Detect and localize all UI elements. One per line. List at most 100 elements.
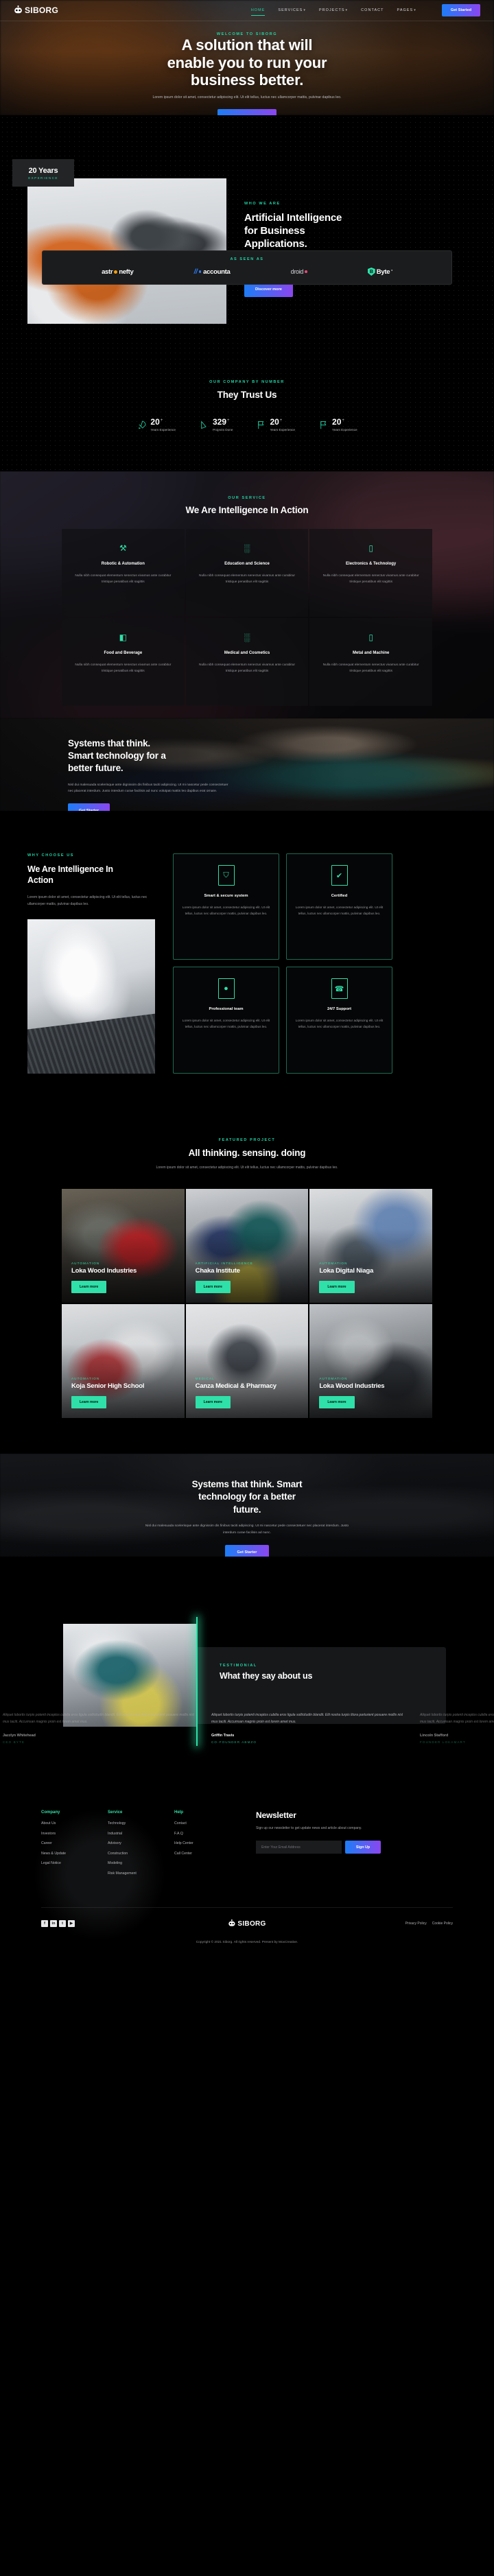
youtube-icon[interactable]: ▶ bbox=[68, 1920, 75, 1928]
service-card[interactable]: ◧ Food and Beverage Nulla nibh consequat… bbox=[62, 618, 185, 706]
service-desc: Nulla nibh consequat elementum senectus … bbox=[75, 574, 172, 584]
footer-link[interactable]: Modeling bbox=[108, 1861, 174, 1865]
cta1-content: Systems that think. Smart technology for… bbox=[0, 718, 494, 811]
newsletter-heading: Newsletter bbox=[256, 1810, 296, 1821]
badge-label: EXPERIENCE bbox=[28, 176, 58, 180]
service-card[interactable]: ░ Medical and Cosmetics Nulla nibh conse… bbox=[185, 618, 309, 706]
footer-link[interactable]: About Us bbox=[41, 1821, 108, 1825]
service-card[interactable]: ░ Education and Science Nulla nibh conse… bbox=[185, 529, 309, 617]
hero-title-line-2: enable you to run your bbox=[167, 54, 327, 71]
project-category: AUTOMATION bbox=[71, 1376, 100, 1380]
stat-item: 20+ Years Experience bbox=[137, 418, 176, 432]
cta1-title: Systems that think. Smart technology for… bbox=[68, 737, 494, 775]
cta1-button[interactable]: Get Starter bbox=[68, 803, 110, 811]
testimonial-item: Aliquet lobortis turpis potenti inceptos… bbox=[420, 1712, 494, 1744]
footer-link[interactable]: News & Update bbox=[41, 1852, 108, 1856]
nav-item-pages[interactable]: PAGES▾ bbox=[397, 8, 416, 12]
footer-link[interactable]: Risk Management bbox=[108, 1871, 174, 1876]
footer-link[interactable]: Construction bbox=[108, 1852, 174, 1856]
footer-logo-text: SIBORG bbox=[237, 1919, 266, 1928]
footer-column-heading: Company bbox=[41, 1810, 60, 1815]
cta2-button[interactable]: Get Starter bbox=[224, 1544, 270, 1557]
nav-label: SERVICES bbox=[278, 8, 303, 12]
testimonial-role: CEO BYTE bbox=[3, 1740, 25, 1745]
hero-get-started-button[interactable]: Get Started ↗ bbox=[217, 109, 277, 115]
nav-get-started-button[interactable]: Get Started bbox=[441, 4, 480, 16]
orange-dot-icon bbox=[114, 270, 118, 274]
footer-link-list: About Us Investors Career News & Update … bbox=[41, 1821, 108, 1865]
footer-link[interactable]: Advisory bbox=[108, 1841, 174, 1845]
stat-text: 20+ Years Experience bbox=[150, 418, 176, 432]
cta2-content: Systems that think. Smart technology for… bbox=[0, 1454, 494, 1557]
service-card[interactable]: ▯ Electronics & Technology Nulla nibh co… bbox=[309, 529, 432, 617]
nav-item-contact[interactable]: CONTACT bbox=[361, 8, 384, 12]
why-left-column: WHY CHOOSE US We Are Intelligence In Act… bbox=[27, 853, 155, 1074]
footer-link[interactable]: Technology bbox=[108, 1821, 174, 1825]
brand-logos-row: astr nefty // accounta droid B Byte ° bbox=[43, 268, 451, 276]
footer-link[interactable]: Investors bbox=[41, 1832, 108, 1836]
nav-item-projects[interactable]: PROJECTS▾ bbox=[319, 8, 348, 12]
project-learn-more-button[interactable]: Learn more bbox=[71, 1281, 107, 1294]
service-card[interactable]: ⚒ Robotic & Automation Nulla nibh conseq… bbox=[62, 529, 185, 617]
shield-check-icon: ⛉ bbox=[217, 865, 235, 886]
newsletter-signup-button[interactable]: Sign Up bbox=[345, 1841, 381, 1854]
feature-card[interactable]: ✔ Certified Lorem ipsum dolor sit amet, … bbox=[286, 853, 392, 960]
footer-link[interactable]: Legal Notice bbox=[41, 1861, 108, 1865]
project-name: Koja Senior High School bbox=[71, 1382, 145, 1390]
project-card[interactable]: AUTOMATION Loka Digital Niaga Learn more bbox=[309, 1189, 432, 1303]
site-footer: Company About Us Investors Career News &… bbox=[0, 1762, 494, 1957]
project-card[interactable]: MEDICAL Canza Medical & Pharmacy Learn m… bbox=[185, 1304, 309, 1419]
nav-item-home[interactable]: HOME bbox=[250, 8, 266, 16]
testimonial-item: Aliquet lobortis turpis potenti inceptos… bbox=[3, 1712, 199, 1744]
project-learn-more-button[interactable]: Learn more bbox=[195, 1281, 231, 1294]
project-card[interactable]: AUTOMATION Loka Wood Industries Learn mo… bbox=[309, 1304, 432, 1419]
project-card[interactable]: AUTOMATION Loka Wood Industries Learn mo… bbox=[62, 1189, 185, 1303]
cta-band-1: Systems that think. Smart technology for… bbox=[0, 718, 494, 811]
brand-logo-byte: B Byte ° bbox=[367, 268, 392, 276]
twitter-icon[interactable]: t bbox=[59, 1920, 66, 1928]
cta2-title-line-3: future. bbox=[233, 1504, 261, 1515]
project-text: AUTOMATION Koja Senior High School Learn… bbox=[71, 1376, 178, 1409]
facebook-icon[interactable]: f bbox=[41, 1920, 48, 1928]
project-learn-more-button[interactable]: Learn more bbox=[71, 1396, 107, 1409]
project-learn-more-button[interactable]: Learn more bbox=[319, 1396, 355, 1409]
nav-label: CONTACT bbox=[361, 8, 384, 12]
privacy-policy-link[interactable]: Privacy Policy bbox=[405, 1922, 427, 1926]
footer-link[interactable]: Career bbox=[41, 1841, 108, 1845]
footer-link[interactable]: F.A.Q bbox=[174, 1832, 241, 1836]
hero-section: SIBORG HOME SERVICES▾ PROJECTS▾ CONTACT … bbox=[0, 0, 494, 115]
logo-text: SIBORG bbox=[25, 5, 59, 15]
footer-column-company: Company About Us Investors Career News &… bbox=[41, 1810, 108, 1881]
rocket-icon bbox=[139, 420, 146, 429]
project-learn-more-button[interactable]: Learn more bbox=[195, 1396, 231, 1409]
footer-link[interactable]: Contact bbox=[174, 1821, 241, 1825]
cookie-policy-link[interactable]: Cookie Policy bbox=[432, 1922, 453, 1926]
why-title-line-2: Action bbox=[27, 875, 54, 886]
testimonial-role: CO-FOUNDER ABMZO bbox=[211, 1740, 257, 1745]
cta2-body: Nisl dui malesuada scelerisque ante dign… bbox=[145, 1524, 349, 1535]
why-body: Lorem ipsum dolor sit amet, consectetur … bbox=[27, 895, 148, 906]
testimonials-section: TESTIMONIAL What they say about us Aliqu… bbox=[0, 1557, 494, 1762]
footer-link[interactable]: Industrial bbox=[108, 1832, 174, 1836]
testimonial-name: Jazzlyn Whitehead bbox=[3, 1734, 36, 1738]
site-logo[interactable]: SIBORG bbox=[14, 5, 58, 15]
nav-item-services[interactable]: SERVICES▾ bbox=[278, 8, 306, 12]
feature-card[interactable]: ☎ 24/7 Support Lorem ipsum dolor sit ame… bbox=[286, 967, 392, 1074]
tools-icon: ⚒ bbox=[119, 543, 127, 553]
project-card[interactable]: ARTIFICIAL INTELLIGENCE Chaka Institute … bbox=[185, 1189, 309, 1303]
project-learn-more-button[interactable]: Learn more bbox=[319, 1281, 355, 1294]
project-card[interactable]: AUTOMATION Koja Senior High School Learn… bbox=[62, 1304, 185, 1419]
linkedin-icon[interactable]: in bbox=[50, 1920, 57, 1928]
testimonial-item: Aliquet lobortis turpis potenti inceptos… bbox=[211, 1712, 408, 1744]
stat-value: 329+ bbox=[212, 417, 230, 427]
newsletter-email-input[interactable] bbox=[256, 1841, 342, 1854]
service-card[interactable]: ▯ Metal and Machine Nulla nibh consequat… bbox=[309, 618, 432, 706]
footer-link[interactable]: Call Center bbox=[174, 1852, 241, 1856]
stat-text: 20+ Years Experience bbox=[270, 418, 295, 432]
footer-link[interactable]: Help Center bbox=[174, 1841, 241, 1845]
feature-card[interactable]: ⛉ Smart & secure system Lorem ipsum dolo… bbox=[173, 853, 279, 960]
about-title: Artificial Intelligence for Business App… bbox=[244, 212, 454, 250]
feature-card[interactable]: ● Professional team Lorem ipsum dolor si… bbox=[173, 967, 279, 1074]
footer-columns: Company About Us Investors Career News &… bbox=[0, 1810, 494, 1881]
feature-desc: Lorem ipsum dolor sit amet, consectetur … bbox=[295, 1019, 384, 1029]
